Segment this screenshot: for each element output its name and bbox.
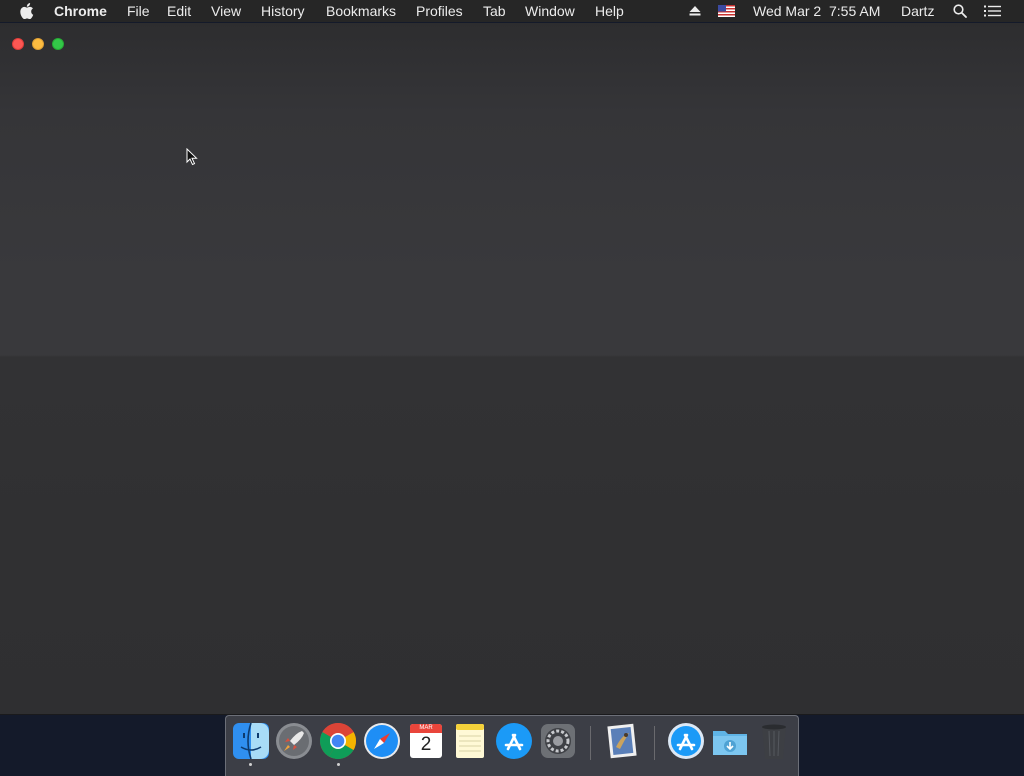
- app-menu-chrome[interactable]: Chrome: [54, 3, 107, 19]
- launchpad-icon[interactable]: [274, 721, 314, 761]
- menu-window[interactable]: Window: [525, 3, 575, 19]
- system-preferences-icon[interactable]: [538, 721, 578, 761]
- safari-icon[interactable]: [362, 721, 402, 761]
- finder-icon[interactable]: [231, 721, 271, 761]
- app-store-icon[interactable]: [494, 721, 534, 761]
- menu-help[interactable]: Help: [595, 3, 624, 19]
- spotlight-search-icon[interactable]: [953, 4, 967, 18]
- menu-bar: Chrome File Edit View History Bookmarks …: [0, 0, 1024, 22]
- menu-edit[interactable]: Edit: [167, 3, 191, 19]
- menu-tab[interactable]: Tab: [483, 3, 506, 19]
- menubar-user[interactable]: Dartz: [901, 3, 934, 19]
- preview-icon[interactable]: [602, 721, 642, 761]
- menu-view[interactable]: View: [211, 3, 241, 19]
- dock: MAR 2: [225, 715, 799, 776]
- chrome-window[interactable]: [0, 23, 1024, 715]
- minimize-button[interactable]: [32, 38, 44, 50]
- finder-running-indicator: [249, 763, 252, 766]
- dock-separator: [654, 726, 655, 760]
- menu-history[interactable]: History: [261, 3, 305, 19]
- window-content-area[interactable]: [0, 63, 1024, 714]
- notes-icon[interactable]: [450, 721, 490, 761]
- eject-icon[interactable]: [689, 5, 701, 17]
- us-flag-input-icon[interactable]: [718, 5, 735, 17]
- calendar-day: 2: [420, 734, 432, 755]
- chrome-running-indicator: [337, 763, 340, 766]
- menu-profiles[interactable]: Profiles: [416, 3, 463, 19]
- applications-folder-icon[interactable]: [666, 721, 706, 761]
- notification-center-icon[interactable]: [984, 5, 1001, 17]
- close-button[interactable]: [12, 38, 24, 50]
- menu-bookmarks[interactable]: Bookmarks: [326, 3, 396, 19]
- menubar-clock[interactable]: Wed Mar 2 7:55 AM: [753, 3, 880, 19]
- zoom-button[interactable]: [52, 38, 64, 50]
- calendar-month: MAR: [419, 725, 433, 731]
- menu-file[interactable]: File: [127, 3, 150, 19]
- dock-separator: [590, 726, 591, 760]
- mouse-cursor-icon: [186, 148, 198, 166]
- downloads-folder-icon[interactable]: [710, 721, 750, 761]
- chrome-icon[interactable]: [318, 721, 358, 761]
- apple-menu-icon[interactable]: [20, 3, 34, 19]
- trash-icon[interactable]: [754, 721, 794, 761]
